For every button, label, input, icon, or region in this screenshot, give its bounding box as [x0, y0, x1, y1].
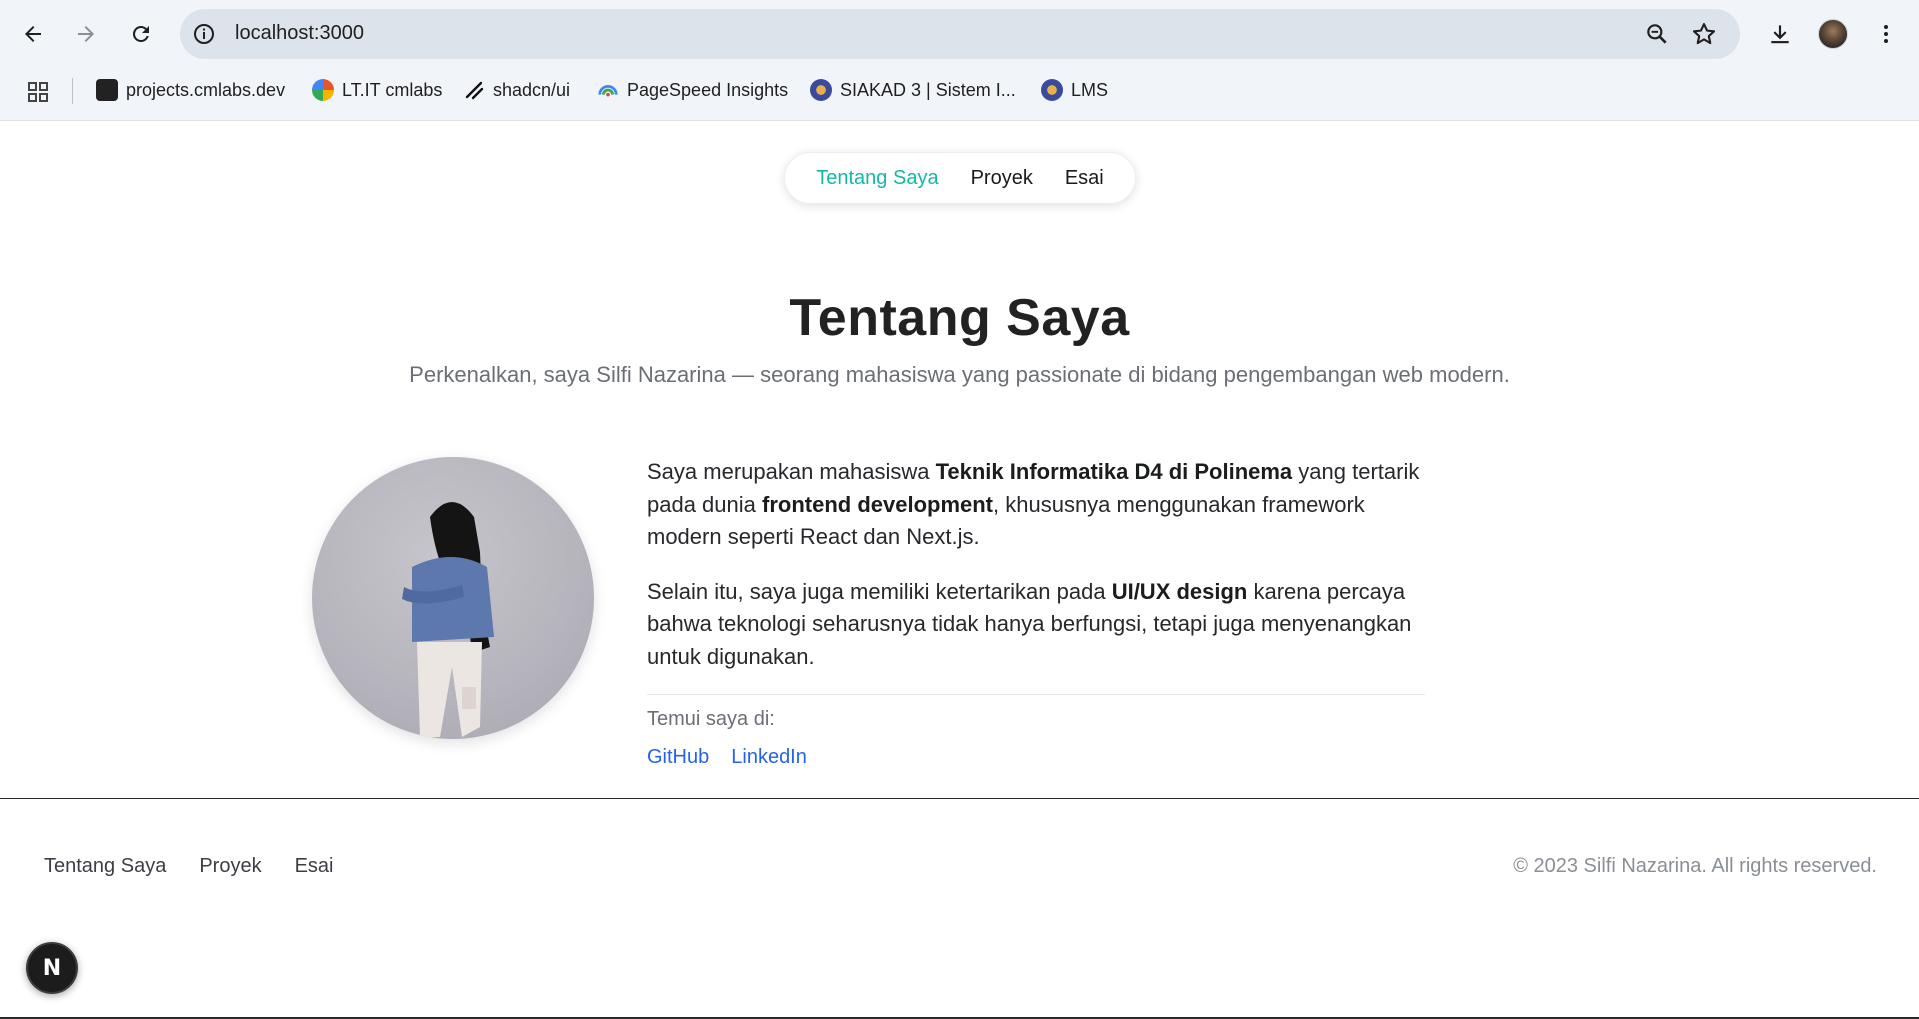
footer-divider [0, 798, 1919, 799]
profile-photo [312, 457, 594, 739]
nav-item-tentang-saya[interactable]: Tentang Saya [816, 167, 938, 190]
apps-grid-icon[interactable] [26, 80, 50, 104]
pagespeed-favicon-icon [598, 85, 618, 97]
profile-button[interactable] [1815, 16, 1851, 52]
download-icon [1771, 25, 1789, 44]
nav-item-esai[interactable]: Esai [1065, 167, 1104, 190]
bookmark-siakad[interactable]: SIAKAD 3 | Sistem I... [810, 76, 1016, 104]
lt-it-favicon-icon [312, 79, 334, 101]
profile-photo-image [402, 502, 494, 737]
reload-icon [132, 25, 149, 42]
bio-highlight-frontend: frontend development [762, 491, 994, 517]
bookmark-label: LT.IT cmlabs [342, 79, 443, 100]
polinema-favicon-icon [810, 79, 832, 101]
nextjs-dev-indicator-button[interactable]: N [26, 942, 78, 994]
bio-highlight-uiux: UI/UX design [1111, 578, 1248, 604]
bio-paragraph-2: Selain itu, saya juga memiliki ketertari… [647, 576, 1427, 674]
bookmark-lms[interactable]: LMS [1041, 76, 1108, 104]
top-navigation: Tentang Saya Proyek Esai [784, 152, 1136, 204]
kebab-menu-icon [1884, 25, 1888, 43]
page-subtitle: Perkenalkan, saya Silfi Nazarina — seora… [409, 362, 1510, 387]
bio-text: Saya merupakan mahasiswa [647, 459, 936, 484]
footer-link-tentang-saya[interactable]: Tentang Saya [44, 855, 166, 878]
meet-me-label: Temui saya di: [647, 708, 775, 730]
bookmark-label: SIAKAD 3 | Sistem I... [840, 79, 1016, 100]
page-title: Tentang Saya [789, 289, 1130, 347]
url-text[interactable]: localhost:3000 [235, 22, 364, 45]
bookmark-star-icon[interactable] [1690, 20, 1718, 48]
shadcn-favicon-icon [465, 81, 484, 100]
bio-text: Selain itu, saya juga memiliki ketertari… [647, 578, 1112, 604]
address-bar[interactable]: localhost:3000 [180, 9, 1740, 59]
bio-paragraph-1: Saya merupakan mahasiswa Teknik Informat… [647, 456, 1427, 554]
footer-navigation: Tentang Saya Proyek Esai [44, 855, 333, 878]
about-bio: Saya merupakan mahasiswa Teknik Informat… [647, 456, 1427, 695]
nextjs-logo-icon: N [42, 955, 62, 981]
bookmark-ltit-cmlabs[interactable]: LT.IT cmlabs [312, 76, 442, 104]
bookmarks-separator [72, 78, 73, 104]
forward-button[interactable] [66, 14, 106, 54]
browser-chrome: localhost:3000 projects.cmlabs.dev LT.IT… [0, 0, 1919, 121]
polinema-favicon-icon [1041, 79, 1063, 101]
bookmark-label: shadcn/ui [493, 79, 571, 100]
downloads-button[interactable] [1762, 16, 1798, 52]
github-link[interactable]: GitHub [647, 746, 709, 769]
arrow-right-icon [78, 26, 94, 42]
reload-button[interactable] [121, 14, 161, 54]
cmlabs-favicon-icon [96, 79, 118, 101]
bookmark-shadcn[interactable]: shadcn/ui [463, 76, 570, 104]
bookmark-pagespeed[interactable]: PageSpeed Insights [597, 76, 788, 104]
bookmark-label: LMS [1071, 79, 1109, 100]
bookmark-projects-cmlabs[interactable]: projects.cmlabs.dev [96, 76, 285, 104]
arrow-left-icon [25, 26, 41, 42]
bookmark-label: projects.cmlabs.dev [126, 79, 286, 100]
bookmark-label: PageSpeed Insights [627, 79, 789, 100]
avatar [1818, 19, 1848, 49]
site-info-icon[interactable] [192, 22, 216, 46]
bio-highlight-program: Teknik Informatika D4 di Polinema [935, 459, 1293, 484]
copyright-text: © 2023 Silfi Nazarina. All rights reserv… [1513, 855, 1877, 877]
bookmarks-bar: projects.cmlabs.dev LT.IT cmlabs shadcn/… [0, 72, 1919, 108]
footer-link-esai[interactable]: Esai [295, 855, 334, 878]
social-links: GitHub LinkedIn [647, 746, 807, 769]
bio-divider [647, 694, 1425, 695]
zoom-icon[interactable] [1644, 21, 1670, 47]
back-button[interactable] [13, 14, 53, 54]
browser-menu-button[interactable] [1868, 16, 1904, 52]
nav-item-proyek[interactable]: Proyek [971, 167, 1033, 190]
footer-link-proyek[interactable]: Proyek [199, 855, 261, 878]
linkedin-link[interactable]: LinkedIn [731, 746, 807, 769]
